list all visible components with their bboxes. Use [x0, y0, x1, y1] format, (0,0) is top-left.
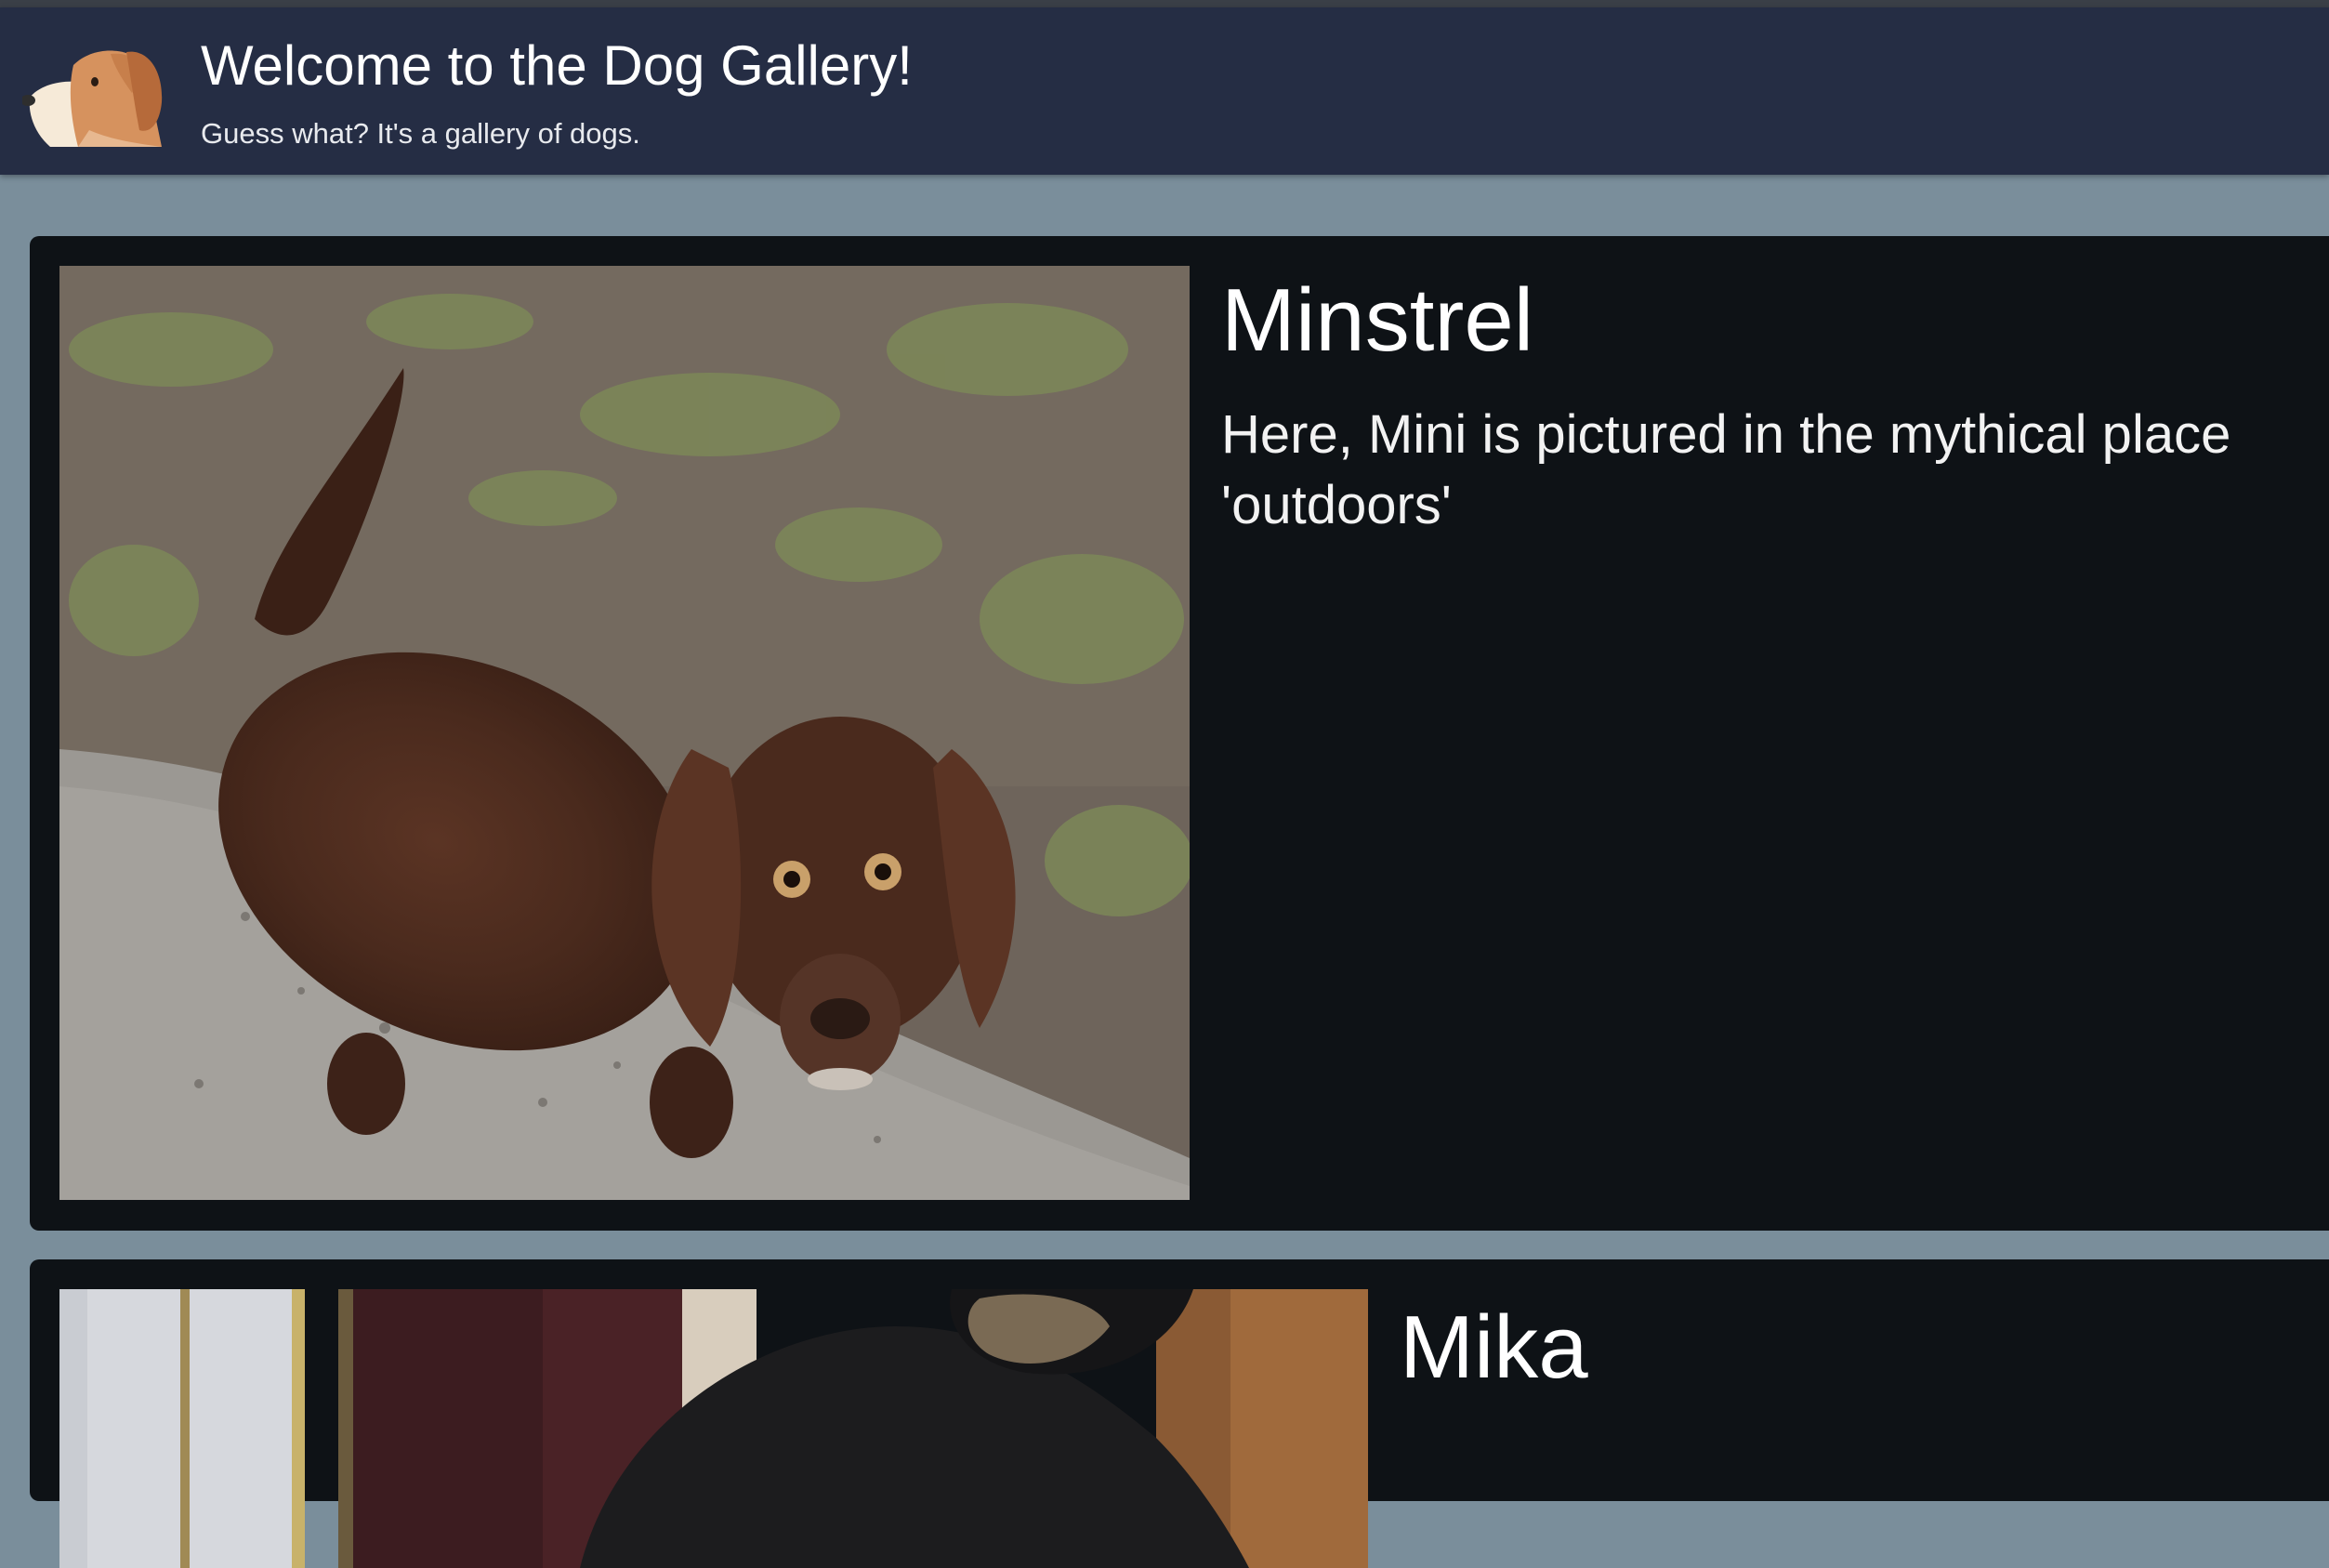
dog-photo[interactable] [59, 1289, 1368, 1568]
site-title: Welcome to the Dog Gallery! [201, 34, 913, 97]
dog-description: Here, Mini is pictured in the mythical p… [1221, 404, 2231, 535]
dog-photo[interactable] [59, 266, 1190, 1200]
dog-card: Mika [30, 1259, 2329, 1568]
dog-face-icon [20, 37, 176, 153]
dog-name: Mika [1400, 1298, 1588, 1397]
site-subtitle: Guess what? It's a gallery of dogs. [201, 117, 640, 150]
window-top-border [0, 0, 2329, 7]
dog-name: Minstrel [1221, 270, 1534, 370]
dog-card: Minstrel Here, Mini is pictured in the m… [30, 236, 2329, 1231]
site-header: Welcome to the Dog Gallery! Guess what? … [0, 7, 2329, 175]
